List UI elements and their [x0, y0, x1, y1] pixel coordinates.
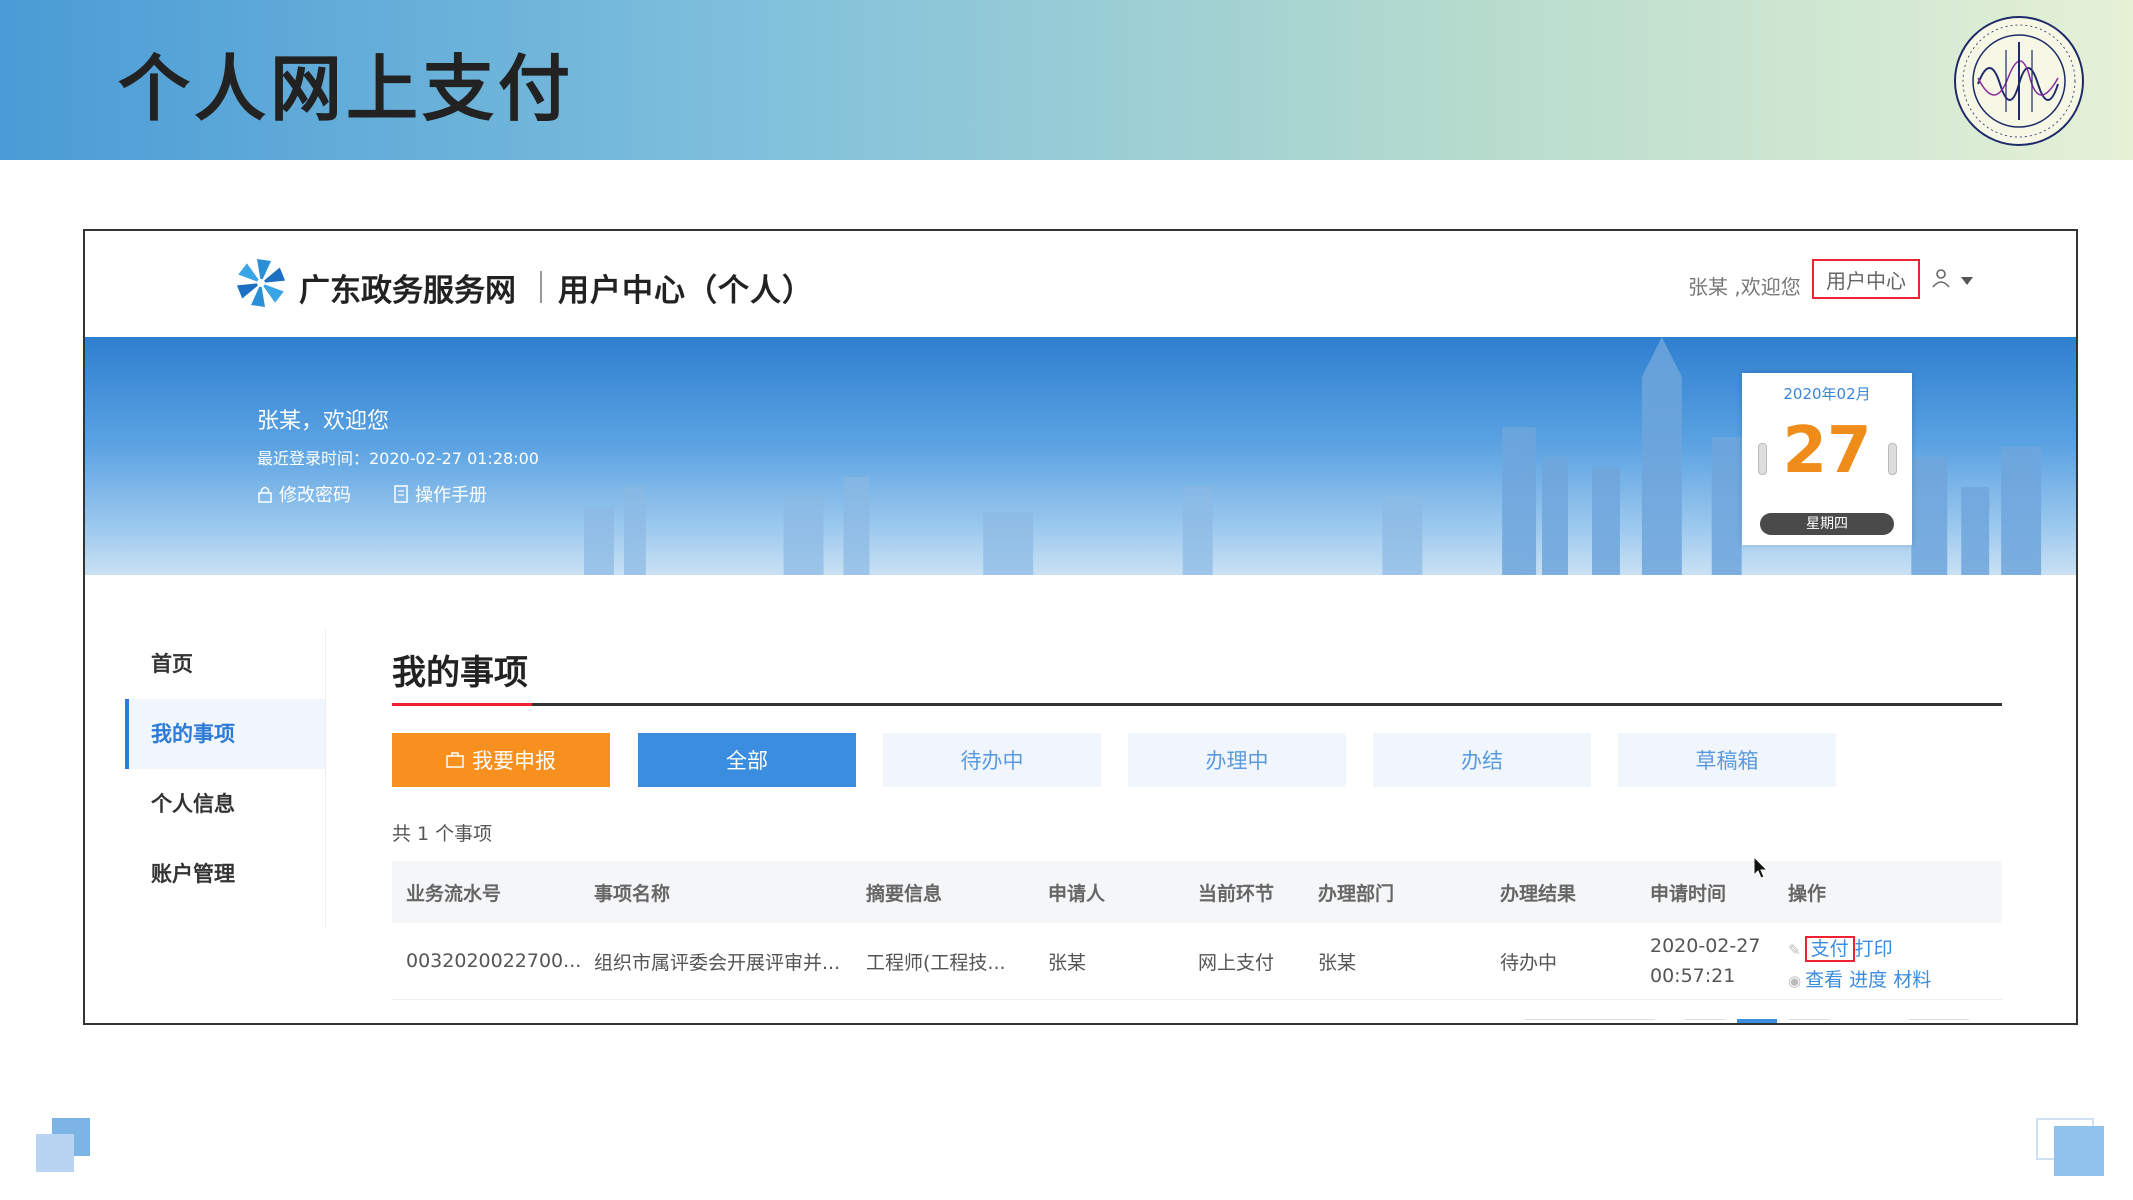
header-welcome: 张某 ,欢迎您 [1688, 275, 1801, 299]
tab-drafts[interactable]: 草稿箱 [1618, 733, 1836, 787]
table-row: 0032020022700... 组织市属评委会开展评审并... 工程师(工程技… [392, 923, 2002, 1000]
cell-result: 待办中 [1500, 951, 1558, 974]
matters-table: 业务流水号 事项名称 摘要信息 申请人 当前环节 办理部门 办理结果 申请时间 … [392, 861, 2002, 1000]
page-title: 我的事项 [392, 653, 528, 693]
sidebar-item-personal-info[interactable]: 个人信息 [125, 769, 325, 839]
title-underline-accent [392, 703, 532, 706]
matter-count: 共 1 个事项 [392, 823, 493, 845]
print-link[interactable]: 打印 [1855, 938, 1893, 960]
eye-icon: ◉ [1788, 972, 1802, 990]
report-button-label: 我要申报 [472, 749, 556, 773]
cell-item-name: 组织市属评委会开展评审并... [594, 951, 841, 974]
manual-link[interactable]: 操作手册 [393, 481, 487, 507]
col-actions: 操作 [1788, 882, 1827, 905]
title-underline [392, 703, 2002, 706]
progress-link[interactable]: 进度 [1849, 969, 1887, 991]
mouse-cursor-icon [1753, 856, 1769, 879]
tab-pending[interactable]: 待办中 [883, 733, 1101, 787]
cell-actions: ✎ 支付 打印 ◉ 查看 进度 材料 [1788, 923, 1931, 999]
welcome-banner: 张某，欢迎您 最近登录时间：2020-02-27 01:28:00 修改密码 操… [85, 337, 2076, 575]
col-apply-time: 申请时间 [1650, 882, 1727, 905]
site-name: 广东政务服务网 [299, 273, 516, 309]
pager-prev[interactable] [1685, 1019, 1725, 1023]
banner-greeting: 张某，欢迎您 [257, 409, 390, 434]
col-stage: 当前环节 [1198, 882, 1275, 905]
calendar-weekday: 星期四 [1760, 513, 1894, 535]
col-summary: 摘要信息 [866, 882, 943, 905]
change-password-link[interactable]: 修改密码 [257, 481, 351, 507]
calendar-widget: 2020年02月 27 星期四 [1742, 373, 1912, 545]
col-department: 办理部门 [1318, 882, 1395, 905]
sidebar-nav: 首页 我的事项 个人信息 账户管理 [125, 629, 325, 909]
col-applicant: 申请人 [1048, 882, 1106, 905]
cell-apply-date: 2020-02-27 [1650, 935, 1761, 957]
corner-decoration-square [2054, 1126, 2104, 1176]
cell-apply-clock: 00:57:21 [1650, 965, 1736, 987]
pager-page-current[interactable] [1737, 1019, 1777, 1023]
association-seal-logo [1954, 16, 2084, 146]
col-item-name: 事项名称 [594, 882, 671, 905]
sidebar-item-home[interactable]: 首页 [125, 629, 325, 699]
col-serial: 业务流水号 [406, 882, 502, 905]
cell-department: 张某 [1318, 951, 1357, 974]
portal-screenshot: 广东政务服务网 用户中心（个人） 张某 ,欢迎您 用户中心 张某，欢迎您 最近登… [83, 229, 2078, 1025]
lock-icon [258, 486, 272, 503]
slide-title: 个人网上支付 [118, 47, 575, 131]
cell-summary: 工程师(工程技... [866, 951, 1006, 974]
pay-link[interactable]: 支付 [1804, 936, 1855, 962]
pinwheel-logo-icon [236, 259, 286, 307]
view-link[interactable]: 查看 [1805, 969, 1843, 991]
portal-topbar: 广东政务服务网 用户中心（个人） 张某 ,欢迎您 用户中心 [85, 231, 2076, 337]
cell-stage: 网上支付 [1198, 951, 1275, 974]
slide-header: 个人网上支付 [0, 0, 2133, 160]
pencil-icon: ✎ [1788, 941, 1801, 959]
col-result: 办理结果 [1500, 882, 1577, 905]
user-center-link[interactable]: 用户中心 [1812, 259, 1920, 299]
user-center-title: 用户中心（个人） [558, 273, 814, 309]
report-button[interactable]: 我要申报 [392, 733, 610, 787]
sidebar-divider [325, 629, 326, 929]
pager-jump[interactable] [1909, 1019, 1969, 1023]
cell-applicant: 张某 [1048, 951, 1087, 974]
user-icon[interactable] [1930, 267, 1952, 289]
briefcase-icon [446, 752, 464, 768]
corner-decoration-square [36, 1134, 74, 1172]
last-login-time: 最近登录时间：2020-02-27 01:28:00 [257, 449, 539, 468]
sidebar-item-my-matters[interactable]: 我的事项 [125, 699, 325, 769]
change-password-label: 修改密码 [279, 485, 351, 506]
calendar-ring-right [1888, 443, 1897, 475]
tab-all[interactable]: 全部 [638, 733, 856, 787]
manual-label: 操作手册 [415, 485, 487, 506]
tab-processing[interactable]: 办理中 [1128, 733, 1346, 787]
cell-serial: 0032020022700... [406, 950, 582, 972]
materials-link[interactable]: 材料 [1893, 969, 1931, 991]
calendar-month: 2020年02月 [1783, 385, 1871, 403]
document-icon [394, 485, 408, 503]
tab-completed[interactable]: 办结 [1373, 733, 1591, 787]
cell-apply-time: 2020-02-27 00:57:21 [1650, 923, 1760, 999]
pager-next[interactable] [1789, 1019, 1829, 1023]
header-divider [540, 271, 542, 303]
pager-size-select[interactable] [1525, 1019, 1655, 1023]
calendar-day: 27 [1782, 414, 1872, 488]
sidebar-item-account[interactable]: 账户管理 [125, 839, 325, 909]
chevron-down-icon[interactable] [1961, 277, 1973, 285]
